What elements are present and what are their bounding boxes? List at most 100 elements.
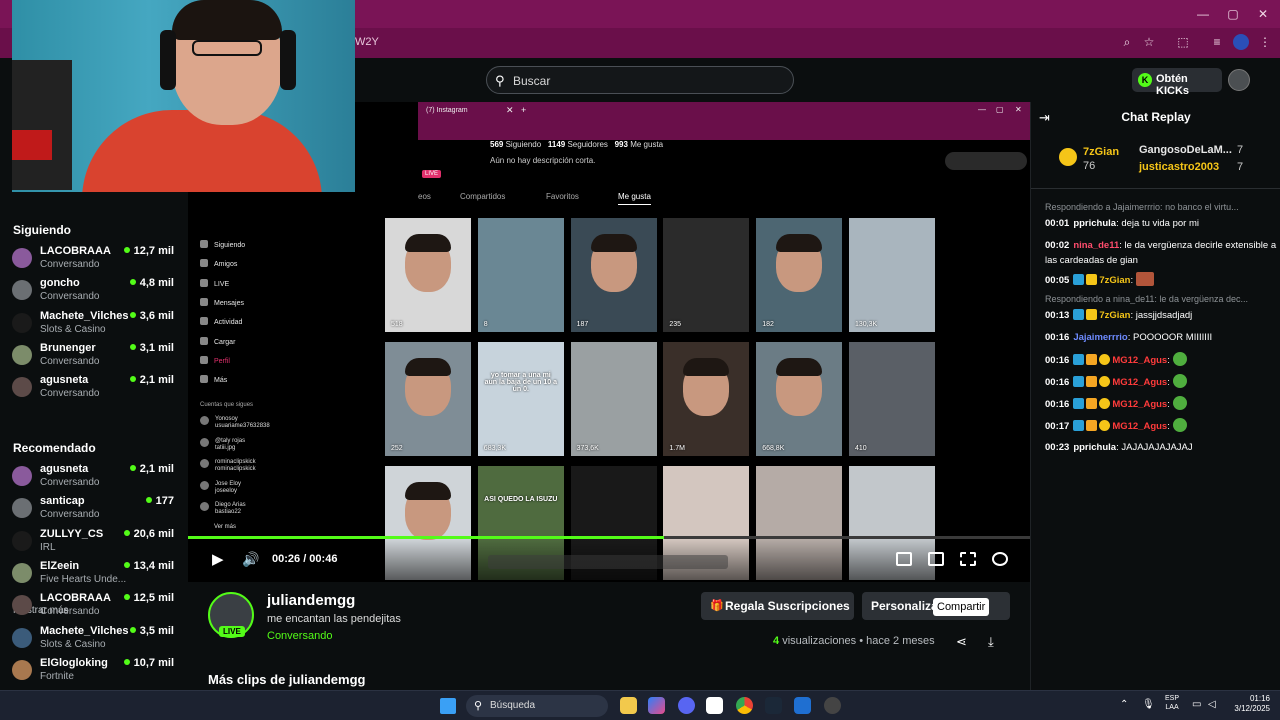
channel-item[interactable]: ElGlogloking Fortnite 10,7 mil — [12, 657, 182, 689]
taskbar-search[interactable]: ⚲ Búsqueda — [466, 695, 608, 717]
message-username[interactable]: MG12_Agus — [1112, 377, 1167, 388]
start-icon[interactable] — [440, 698, 456, 714]
video-thumbnail[interactable]: 373,6K — [570, 342, 657, 456]
play-icon[interactable]: ▶ — [212, 552, 226, 568]
profile-icon[interactable] — [1233, 34, 1249, 50]
video-thumbnail[interactable]: 1.7M — [663, 342, 750, 456]
pip-icon[interactable] — [896, 552, 912, 566]
steam-icon[interactable] — [765, 697, 782, 714]
extensions-icon[interactable]: ⬚ — [1175, 34, 1191, 50]
channel-item[interactable]: LACOBRAAA Conversando 12,7 mil — [12, 245, 182, 277]
leader-name-2[interactable]: GangosoDeLaM... — [1139, 144, 1232, 156]
browser-menu-icon[interactable]: ⋮ — [1257, 34, 1273, 50]
channel-item[interactable]: Machete_Vilches Slots & Casino 3,6 mil — [12, 310, 182, 342]
profile-tab-videos: eos — [418, 192, 431, 201]
video-thumbnail[interactable]: 8 — [477, 218, 564, 332]
defender-icon[interactable] — [794, 697, 811, 714]
message-time: 00:23 — [1045, 442, 1070, 453]
video-thumbnail[interactable]: 518 — [385, 218, 471, 332]
maximize-button[interactable]: ▢ — [1223, 7, 1243, 21]
video-thumbnail[interactable]: 235 — [663, 218, 750, 332]
channel-item[interactable]: ZULLYY_CS IRL 20,6 mil — [12, 528, 182, 560]
chat-title: Chat Replay — [1121, 110, 1191, 124]
gift-subs-button[interactable]: 🎁 Regala Suscripciones — [701, 592, 854, 620]
microphone-icon[interactable]: 🎙 — [1142, 699, 1155, 710]
message-username[interactable]: pprichula — [1073, 442, 1116, 453]
message-username[interactable]: 7zGian — [1099, 275, 1130, 286]
channel-item[interactable]: agusneta Conversando 2,1 mil — [12, 463, 182, 495]
channel-item[interactable]: Machete_Vilches Slots & Casino 3,5 mil — [12, 625, 182, 657]
channel-name[interactable]: juliandemgg — [267, 592, 355, 609]
channel-viewers: 4,8 mil — [130, 277, 174, 289]
message-username[interactable]: MG12_Agus — [1112, 355, 1167, 366]
media-control-icon[interactable]: ≡ — [1209, 34, 1225, 50]
bookmark-star-icon[interactable]: ☆ — [1141, 34, 1157, 50]
system-clock[interactable]: 01:16 3/12/2025 — [1226, 694, 1270, 714]
message-username[interactable]: MG12_Agus — [1112, 399, 1167, 410]
chrome-icon[interactable] — [736, 697, 753, 714]
download-icon[interactable]: ⤓ — [988, 634, 994, 650]
close-window-button[interactable]: ✕ — [1253, 7, 1273, 21]
file-explorer-icon[interactable] — [620, 697, 637, 714]
channel-item[interactable]: agusneta Conversando 2,1 mil — [12, 374, 182, 406]
video-thumbnail[interactable]: 130,3K — [849, 218, 935, 332]
volume-icon[interactable]: 🔊 — [242, 551, 259, 568]
copilot-icon[interactable] — [648, 697, 665, 714]
channel-item[interactable]: goncho Conversando 4,8 mil — [12, 277, 182, 309]
channel-item[interactable]: LACOBRAAA Conversando 12,5 mil — [12, 592, 182, 624]
minimize-button[interactable]: — — [1193, 7, 1213, 21]
video-thumbnail[interactable]: yo tomar a una mi aun la baja de un 10 a… — [477, 342, 564, 456]
reply-context: Respondiendo a Jajaimerrrio: no banco el… — [1045, 202, 1277, 212]
user-avatar[interactable] — [1228, 69, 1250, 91]
chat-message: 00:16 MG12_Agus: — [1045, 396, 1277, 412]
channel-item[interactable]: santicap Conversando 177 — [12, 495, 182, 527]
thumbnail-hair — [405, 482, 451, 500]
capcut-icon[interactable] — [706, 697, 723, 714]
message-username[interactable]: pprichula — [1073, 218, 1116, 229]
suggested-text: Yonosoy usuariame37632838 — [215, 416, 270, 430]
video-thumbnail[interactable]: 252 — [385, 342, 471, 456]
video-thumbnail[interactable]: 410 — [849, 342, 935, 456]
channel-item[interactable]: ElZeein Five Hearts Unde... 13,4 mil — [12, 560, 182, 592]
captured-nav-icon — [200, 297, 208, 306]
video-thumbnail[interactable]: 187 — [570, 218, 657, 332]
channel-item[interactable]: Brunenger Conversando 3,1 mil — [12, 342, 182, 374]
message-username[interactable]: nina_de11 — [1073, 240, 1119, 251]
emote-icon — [1172, 418, 1187, 432]
message-username[interactable]: MG12_Agus — [1112, 421, 1167, 432]
suggested-handle: tatiii.jpg — [215, 444, 236, 451]
message-time: 00:01 — [1045, 218, 1070, 229]
thumbnail-hair — [590, 234, 637, 252]
network-icon[interactable]: ▭ — [1192, 699, 1201, 710]
captured-nav-item: Siguiendo — [200, 240, 245, 249]
channel-avatar — [12, 498, 32, 519]
sub-badge-icon — [1073, 420, 1085, 431]
message-username[interactable]: 7zGian — [1099, 310, 1130, 321]
stream-category[interactable]: Conversando — [267, 630, 332, 642]
message-username[interactable]: Jajaimerrrio — [1073, 332, 1127, 343]
discord-icon[interactable] — [678, 697, 695, 714]
captured-nav-label: Amigos — [214, 261, 238, 269]
language-indicator[interactable]: ESP LAA — [1165, 694, 1179, 712]
zoom-icon[interactable]: ⌕ — [1119, 34, 1135, 50]
emote-icon — [1172, 374, 1187, 388]
video-thumbnail[interactable]: 182 — [756, 218, 843, 332]
rank-badge-icon — [1099, 376, 1111, 387]
search-input[interactable]: ⚲ Buscar — [486, 66, 794, 94]
rank-badge-icon — [1099, 398, 1111, 409]
leader-name-3[interactable]: justicastro2003 — [1139, 161, 1219, 173]
theater-mode-icon[interactable] — [928, 552, 944, 566]
leader-name-1[interactable]: 7zGian — [1083, 146, 1119, 158]
video-thumbnail[interactable]: 668,8K — [756, 342, 843, 456]
address-bar-text[interactable]: W2Y — [355, 36, 379, 48]
channel-category: Slots & Casino — [40, 638, 106, 650]
fullscreen-icon[interactable] — [960, 552, 976, 566]
app-icon[interactable] — [824, 697, 841, 714]
crown-badge-icon — [1086, 354, 1098, 365]
tray-chevron-icon[interactable]: ⌃ — [1120, 699, 1128, 710]
reply-context: Respondiendo a nina_de11: le da vergüenz… — [1045, 294, 1277, 304]
get-kicks-button[interactable]: K Obtén KICKs — [1132, 68, 1222, 97]
speaker-icon[interactable]: ◁ — [1208, 699, 1216, 710]
settings-icon[interactable] — [992, 552, 1008, 566]
share-icon[interactable]: ⋖ — [956, 634, 967, 650]
